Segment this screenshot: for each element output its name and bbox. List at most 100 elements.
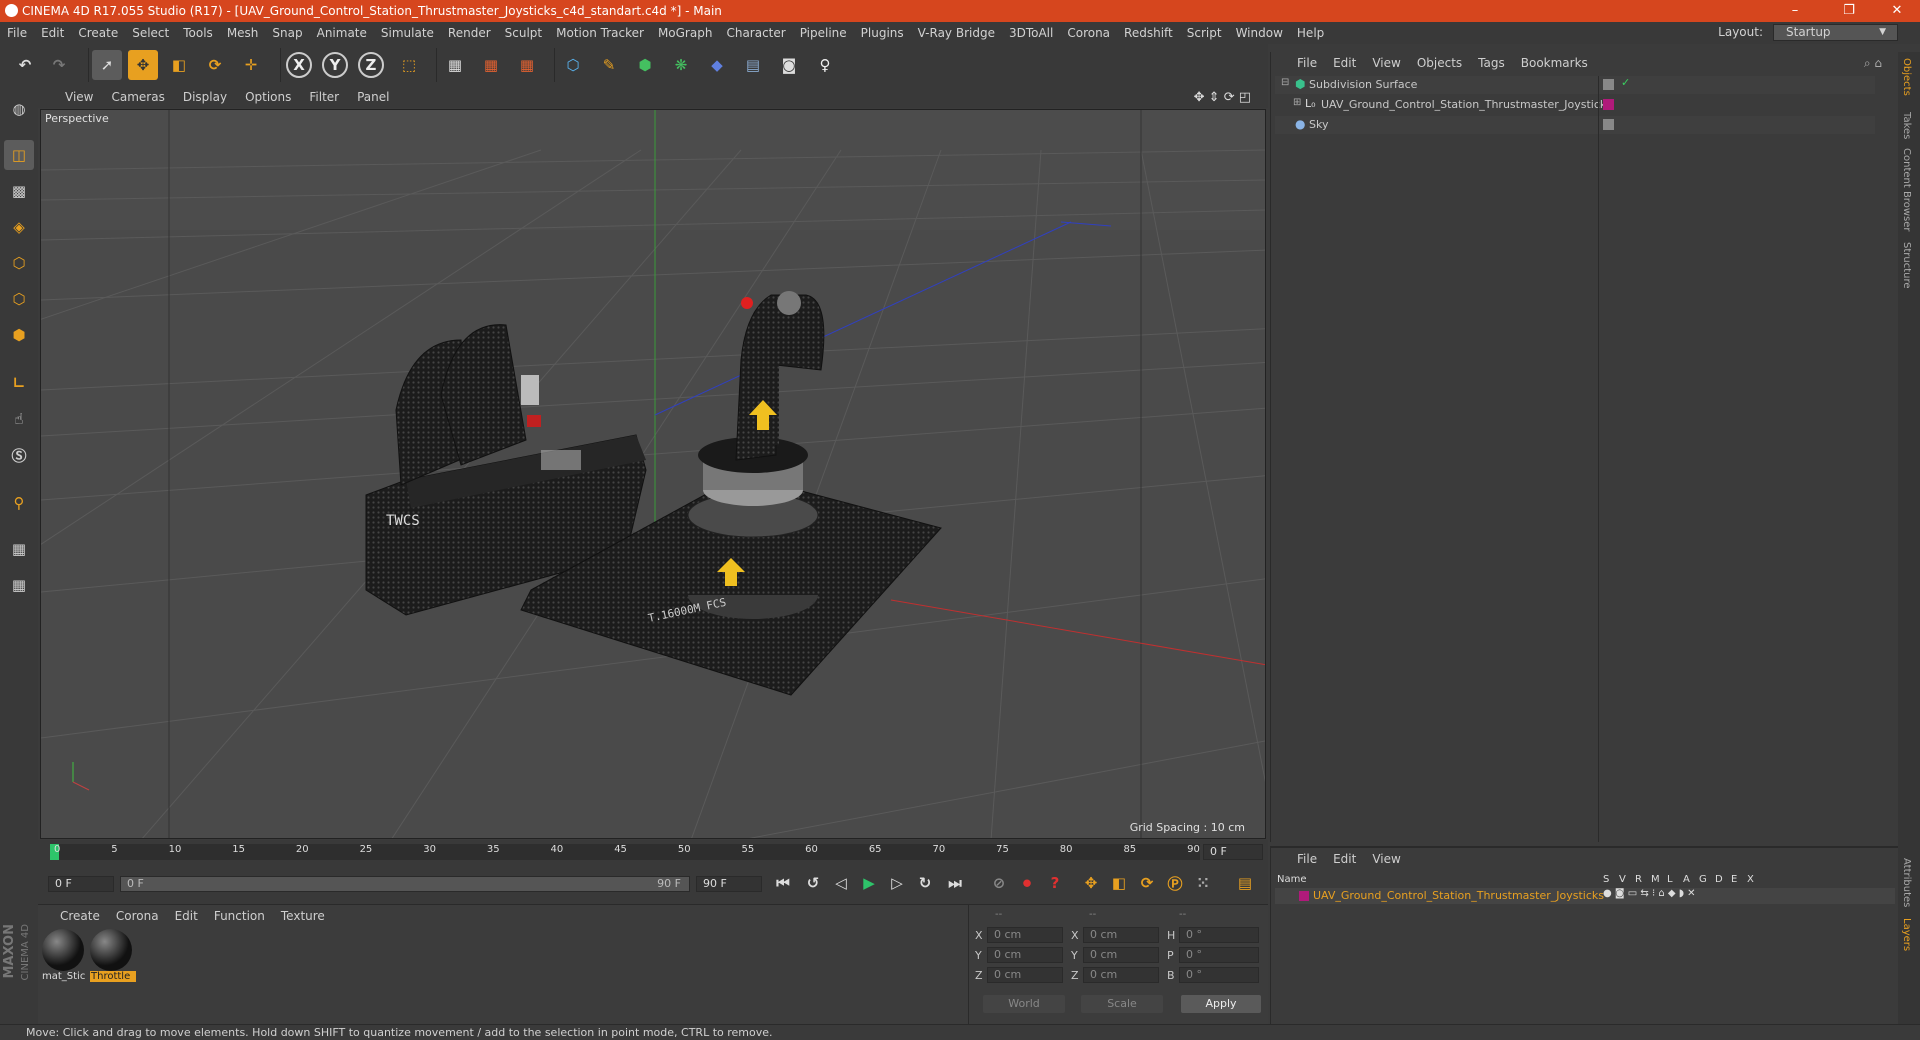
coordinate-mode-dropdown[interactable]: Scale — [1081, 995, 1163, 1013]
menu-vray-bridge[interactable]: V-Ray Bridge — [911, 26, 1002, 40]
size-x-field[interactable]: 0 cm — [1083, 927, 1159, 943]
previous-frame-button[interactable]: ◁ — [828, 870, 854, 896]
viewport-menu-cameras[interactable]: Cameras — [102, 90, 173, 104]
viewport-menu-panel[interactable]: Panel — [348, 90, 398, 104]
material-menu-edit[interactable]: Edit — [167, 909, 206, 923]
viewport-menu-display[interactable]: Display — [174, 90, 236, 104]
menu-help[interactable]: Help — [1290, 26, 1331, 40]
material-menu-texture[interactable]: Texture — [273, 909, 333, 923]
object-menu-objects[interactable]: Objects — [1409, 56, 1470, 70]
tab-objects[interactable]: Objects — [1901, 58, 1912, 96]
magnet-button[interactable]: ⚲ — [4, 488, 34, 518]
axis-mode-button[interactable]: ∟ — [4, 368, 34, 398]
make-editable-button[interactable]: ◍ — [4, 94, 34, 124]
deformer-button[interactable]: ◆ — [702, 50, 732, 80]
menu-simulate[interactable]: Simulate — [374, 26, 441, 40]
key-position-button[interactable]: ✥ — [1078, 870, 1104, 896]
layer-menu-file[interactable]: File — [1289, 852, 1325, 866]
cloner-button[interactable]: ❋ — [666, 50, 696, 80]
layer-flags-icons[interactable]: ● ◙ ▭ ⇆ ⁝ ⌂ ◆ ◗ ✕ — [1603, 888, 1696, 899]
rotate-tool-button[interactable]: ⟳ — [200, 50, 230, 80]
timeline-ruler[interactable]: 0 5 10 15 20 25 30 35 40 45 50 55 60 65 … — [50, 844, 1200, 860]
model-mode-button[interactable]: ◫ — [4, 140, 34, 170]
key-scale-button[interactable]: ◧ — [1106, 870, 1132, 896]
edges-mode-button[interactable]: ⬡ — [4, 284, 34, 314]
menu-pipeline[interactable]: Pipeline — [793, 26, 854, 40]
check-icon[interactable]: ✓ — [1621, 76, 1630, 89]
undo-button[interactable]: ↶ — [10, 50, 40, 80]
menu-edit[interactable]: Edit — [34, 26, 71, 40]
key-rotation-button[interactable]: ⟳ — [1134, 870, 1160, 896]
menu-corona[interactable]: Corona — [1060, 26, 1117, 40]
visibility-icon[interactable] — [1603, 79, 1614, 90]
material-menu-corona[interactable]: Corona — [108, 909, 167, 923]
layout-dropdown[interactable]: Startup ▼ — [1773, 24, 1898, 41]
material-menu-function[interactable]: Function — [206, 909, 273, 923]
viewport-menu-options[interactable]: Options — [236, 90, 300, 104]
current-frame-field[interactable]: 0 F — [1203, 844, 1263, 860]
end-frame-field[interactable]: 90 F — [696, 876, 762, 892]
previous-key-button[interactable]: ↺ — [800, 870, 826, 896]
rotation-p-field[interactable]: 0 ° — [1179, 947, 1259, 963]
position-y-field[interactable]: 0 cm — [987, 947, 1063, 963]
points-mode-button[interactable]: ⬡ — [4, 248, 34, 278]
layer-color-icon[interactable] — [1603, 99, 1614, 110]
select-tool-button[interactable]: ➚ — [92, 50, 122, 80]
object-row-uav[interactable]: ⊞ L₀ UAV_Ground_Control_Station_Thrustma… — [1275, 96, 1875, 114]
auto-keying-button[interactable]: ⏺ — [1014, 870, 1040, 896]
object-row-sky[interactable]: ● Sky — [1275, 116, 1875, 134]
apply-button[interactable]: Apply — [1181, 995, 1261, 1013]
move-tool-button[interactable]: ✥ — [128, 50, 158, 80]
viewport-menu-filter[interactable]: Filter — [300, 90, 348, 104]
render-settings-button[interactable]: ▦ — [512, 50, 542, 80]
size-y-field[interactable]: 0 cm — [1083, 947, 1159, 963]
workplane-lock-button[interactable]: ▦ — [4, 534, 34, 564]
next-key-button[interactable]: ↻ — [912, 870, 938, 896]
redo-button[interactable]: ↷ — [44, 50, 74, 80]
object-row-subdivision[interactable]: ⊟ ⬢ Subdivision Surface ✓ — [1275, 76, 1875, 94]
menu-3dtoall[interactable]: 3DToAll — [1002, 26, 1060, 40]
viewport-menu-view[interactable]: View — [56, 90, 102, 104]
minimize-button[interactable]: – — [1772, 0, 1818, 22]
timeline-window-button[interactable]: ▤ — [1232, 870, 1258, 896]
tab-takes[interactable]: Takes — [1901, 112, 1912, 139]
search-icon[interactable]: ⌕ ⌂ — [1856, 56, 1890, 71]
collapse-icon[interactable]: ⊟ — [1281, 77, 1289, 88]
layer-color-swatch[interactable] — [1299, 891, 1309, 901]
tweak-mode-button[interactable]: ☝ — [4, 404, 34, 434]
menu-snap[interactable]: Snap — [265, 26, 309, 40]
object-menu-tags[interactable]: Tags — [1470, 56, 1513, 70]
go-to-start-button[interactable]: ⏮ — [770, 870, 796, 896]
menu-animate[interactable]: Animate — [310, 26, 374, 40]
light-button[interactable]: ♀ — [810, 50, 840, 80]
y-axis-lock-button[interactable]: Y — [322, 52, 348, 78]
last-tool-button[interactable]: ✛ — [236, 50, 266, 80]
key-pla-button[interactable]: ⁙ — [1190, 870, 1216, 896]
subdivision-button[interactable]: ⬢ — [630, 50, 660, 80]
locked-workplane-button[interactable]: ▦ — [4, 570, 34, 600]
object-menu-file[interactable]: File — [1289, 56, 1325, 70]
position-z-field[interactable]: 0 cm — [987, 967, 1063, 983]
tab-layers[interactable]: Layers — [1901, 918, 1912, 951]
menu-select[interactable]: Select — [125, 26, 176, 40]
rotation-h-field[interactable]: 0 ° — [1179, 927, 1259, 943]
start-frame-field[interactable]: 0 F — [48, 876, 114, 892]
tab-structure[interactable]: Structure — [1901, 242, 1912, 289]
menu-create[interactable]: Create — [71, 26, 125, 40]
texture-mode-button[interactable]: ▩ — [4, 176, 34, 206]
workplane-button[interactable]: ◈ — [4, 212, 34, 242]
coordinate-system-button[interactable]: ⬚ — [394, 50, 424, 80]
menu-script[interactable]: Script — [1180, 26, 1229, 40]
material-slot-mat-stic[interactable]: mat_Stic — [42, 929, 88, 991]
material-slot-throttle[interactable]: Throttle — [90, 929, 136, 991]
next-frame-button[interactable]: ▷ — [884, 870, 910, 896]
menu-motion-tracker[interactable]: Motion Tracker — [549, 26, 651, 40]
tab-content-browser[interactable]: Content Browser — [1901, 148, 1912, 231]
frame-range-slider[interactable]: 0 F 90 F — [120, 876, 690, 892]
expand-icon[interactable]: ⊞ — [1293, 97, 1301, 108]
maximize-button[interactable]: ❐ — [1826, 0, 1872, 22]
rotation-b-field[interactable]: 0 ° — [1179, 967, 1259, 983]
menu-mograph[interactable]: MoGraph — [651, 26, 720, 40]
key-parameter-button[interactable]: Ⓟ — [1162, 870, 1188, 896]
camera-button[interactable]: ◙ — [774, 50, 804, 80]
